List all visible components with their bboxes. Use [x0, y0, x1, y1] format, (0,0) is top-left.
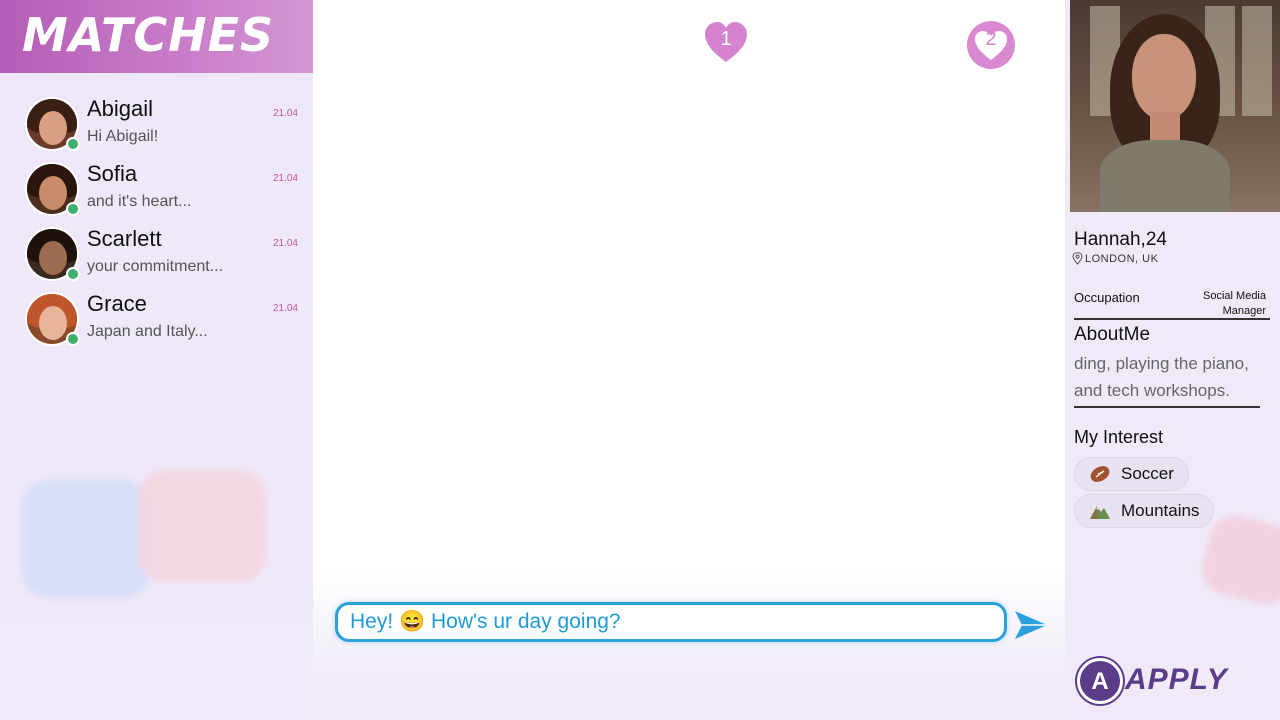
profile-location: LONDON, UK: [1085, 253, 1159, 265]
online-status-icon: [66, 267, 80, 281]
apply-logo: A APPLY: [1077, 658, 1237, 704]
match-date: 21.04: [272, 303, 298, 314]
match-name: Scarlett: [87, 226, 162, 251]
decorative-heart-icon: [138, 470, 266, 582]
heart-marker-2-icon[interactable]: 2: [966, 20, 1015, 69]
send-arrow-icon: [1015, 611, 1047, 639]
apply-logo-icon: A: [1077, 658, 1123, 704]
football-icon: [1090, 466, 1110, 482]
match-date: 21.04: [272, 238, 298, 249]
matches-sidebar: MATCHES Abigail Hi Abigail! 21.04 Sofia …: [0, 0, 313, 720]
matches-header: MATCHES: [0, 0, 313, 73]
interest-label: Mountains: [1121, 501, 1200, 520]
match-preview: your commitment...: [87, 258, 224, 275]
match-name: Abigail: [87, 96, 154, 121]
about-me-text: ding, playing the piano, and tech worksh…: [1074, 354, 1249, 400]
online-status-icon: [66, 332, 80, 346]
online-status-icon: [66, 137, 80, 151]
interest-chip-soccer[interactable]: Soccer: [1074, 457, 1189, 491]
heart-marker-1-icon[interactable]: 1: [703, 20, 749, 66]
profile-photo: [1070, 0, 1280, 212]
interest-label: Soccer: [1121, 464, 1174, 483]
divider: [1074, 406, 1260, 408]
profile-panel: Hannah,24 LONDON, UK Occupation Social M…: [1065, 0, 1280, 720]
divider: [1074, 318, 1270, 320]
match-date: 21.04: [272, 173, 298, 184]
online-status-icon: [66, 202, 80, 216]
occupation-value: Social Media Manager: [1203, 290, 1266, 317]
marker-number: 1: [720, 28, 732, 50]
decorative-heart-icon: [1196, 510, 1280, 610]
message-input[interactable]: Hey! 😄 How's ur day going?: [335, 602, 1007, 642]
match-name: Sofia: [87, 161, 138, 186]
match-item-sofia[interactable]: Sofia and it's heart... 21.04: [0, 160, 313, 224]
match-item-abigail[interactable]: Abigail Hi Abigail! 21.04: [0, 95, 313, 159]
about-me-title: AboutMe: [1074, 324, 1151, 345]
marker-number: 2: [985, 28, 997, 50]
profile-name-age: Hannah,24: [1074, 229, 1167, 250]
interest-title: My Interest: [1074, 427, 1164, 447]
location-pin-icon: [1072, 252, 1083, 265]
match-date: 21.04: [272, 108, 298, 119]
apply-logo-text: APPLY: [1125, 663, 1228, 696]
match-preview: Japan and Italy...: [87, 323, 208, 340]
interest-chip-mountains[interactable]: Mountains: [1074, 494, 1215, 528]
mountain-icon: [1090, 506, 1110, 519]
occupation-label: Occupation: [1074, 290, 1140, 305]
match-item-scarlett[interactable]: Scarlett your commitment... 21.04: [0, 225, 313, 289]
match-preview: Hi Abigail!: [87, 128, 159, 145]
send-button[interactable]: [1013, 608, 1049, 642]
match-item-grace[interactable]: Grace Japan and Italy... 21.04: [0, 290, 313, 354]
decorative-heart-icon: [22, 480, 150, 598]
matches-title: MATCHES: [22, 8, 275, 62]
chat-area: 1 2 Hey! 😄 How's ur day going?: [313, 0, 1065, 720]
match-name: Grace: [87, 291, 147, 316]
match-preview: and it's heart...: [87, 193, 192, 210]
